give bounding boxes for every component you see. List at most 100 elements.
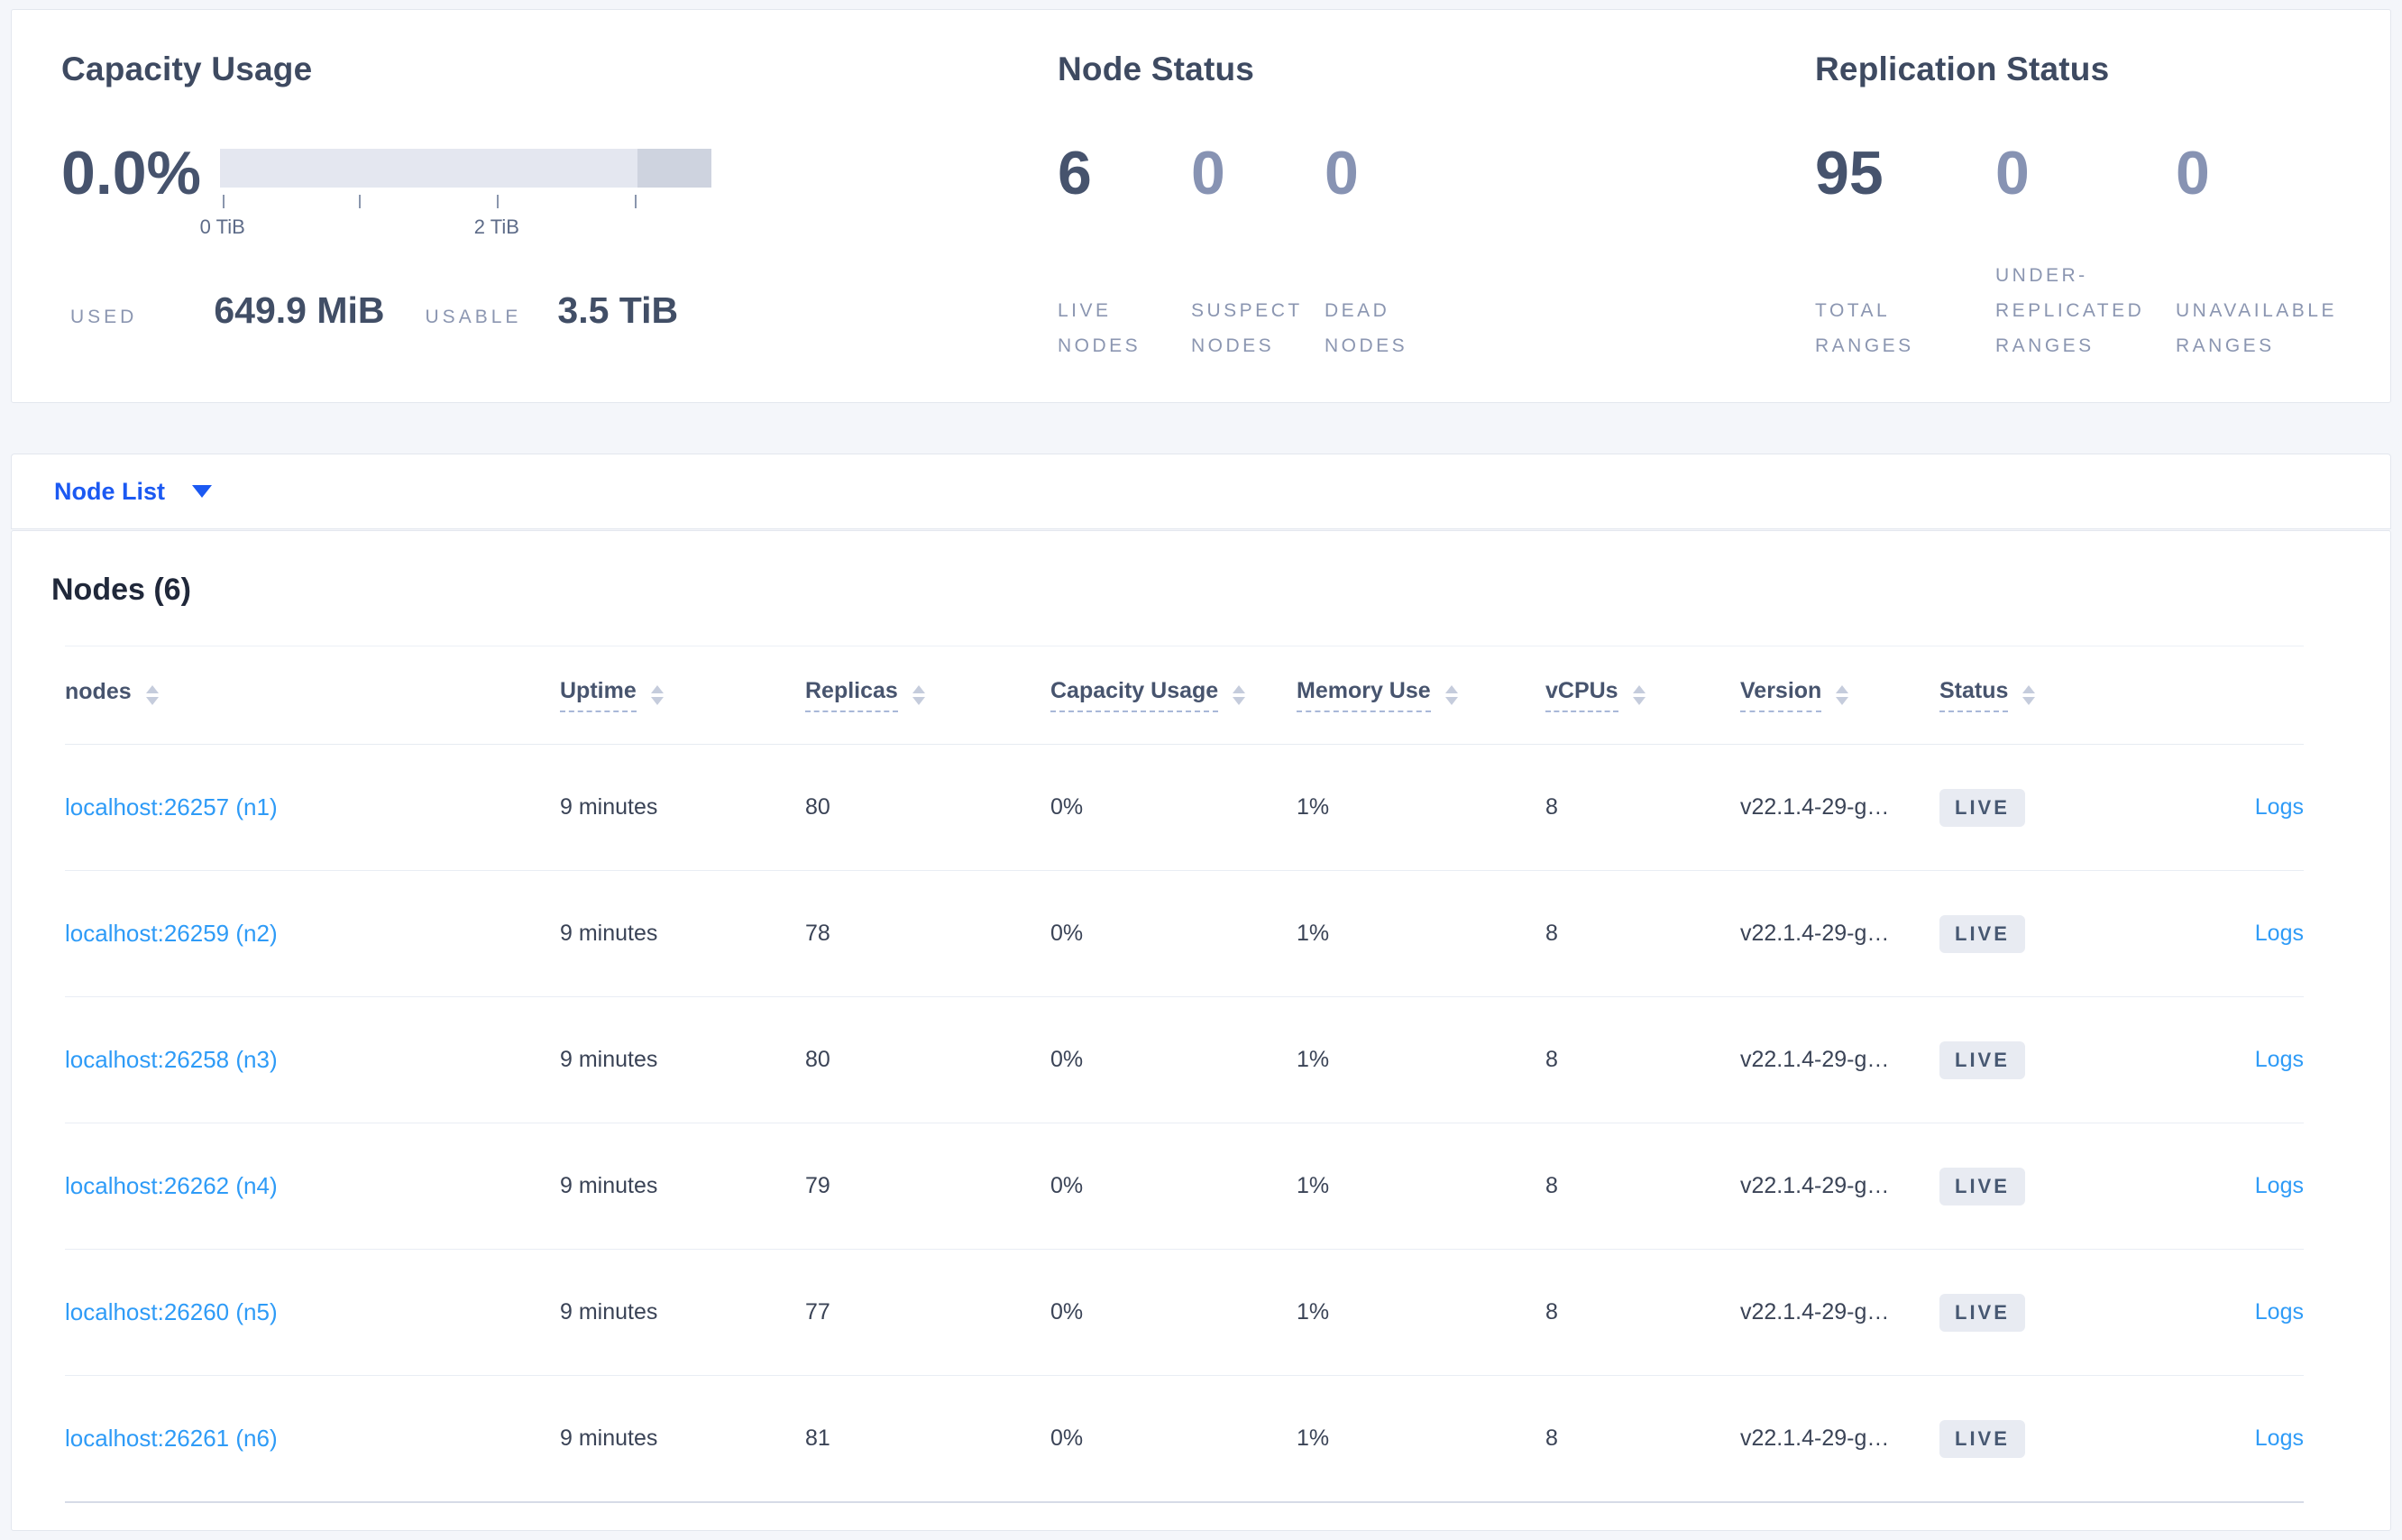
suspect-nodes-label: SUSPECT NODES: [1191, 299, 1303, 356]
nodes-table-title: Nodes (6): [51, 573, 191, 607]
memory-use-cell: 1%: [1297, 1425, 1330, 1451]
replicas-cell: 79: [805, 1173, 830, 1198]
vcpus-cell: 8: [1545, 1047, 1558, 1072]
live-nodes-label: LIVE NODES: [1058, 299, 1141, 356]
status-badge: LIVE: [1939, 1293, 2025, 1332]
node-address-link[interactable]: localhost:26259 (n2): [65, 920, 278, 947]
column-header-uptime[interactable]: Uptime: [560, 678, 805, 712]
replicas-cell: 80: [805, 794, 830, 820]
sort-icon: [1836, 685, 1849, 705]
axis-tick: [634, 195, 637, 209]
capacity-usage-cell: 0%: [1050, 1047, 1084, 1072]
version-cell: v22.1.4-29-g…: [1740, 1299, 1890, 1325]
capacity-usage-cell: 0%: [1050, 1299, 1084, 1325]
capacity-percent-value: 0.0%: [61, 139, 201, 208]
column-header-vcpus[interactable]: vCPUs: [1545, 678, 1740, 712]
column-header-status[interactable]: Status: [1939, 678, 2147, 712]
uptime-cell: 9 minutes: [560, 1047, 658, 1072]
logs-link[interactable]: Logs: [2255, 921, 2304, 946]
column-header-memory-use[interactable]: Memory Use: [1297, 678, 1545, 712]
column-header-version[interactable]: Version: [1740, 678, 1939, 712]
capacity-bar-segment-other: [637, 149, 711, 188]
node-address-link[interactable]: localhost:26260 (n5): [65, 1298, 278, 1325]
logs-link[interactable]: Logs: [2255, 1299, 2304, 1325]
vcpus-cell: 8: [1545, 1299, 1558, 1325]
node-address-link[interactable]: localhost:26261 (n6): [65, 1425, 278, 1452]
node-list-bar: Node List: [11, 454, 2391, 529]
axis-tick: [358, 195, 361, 209]
logs-link[interactable]: Logs: [2255, 794, 2304, 820]
table-row: localhost:26262 (n4) 9 minutes 79 0% 1% …: [65, 1123, 2304, 1250]
sort-icon: [1632, 685, 1646, 705]
suspect-nodes-value: 0: [1191, 139, 1225, 208]
memory-use-cell: 1%: [1297, 921, 1330, 946]
uptime-cell: 9 minutes: [560, 921, 658, 946]
cluster-summary-card: Capacity Usage 0.0% 0 TiB 2 TiB USED 649.…: [11, 9, 2391, 403]
vcpus-cell: 8: [1545, 921, 1558, 946]
usable-label: USABLE: [425, 307, 522, 328]
column-header-nodes[interactable]: nodes: [65, 679, 560, 711]
memory-use-cell: 1%: [1297, 1173, 1330, 1198]
version-cell: v22.1.4-29-g…: [1740, 1047, 1890, 1072]
memory-use-cell: 1%: [1297, 794, 1330, 820]
replicas-cell: 80: [805, 1047, 830, 1072]
nodes-table-header: nodes Uptime Replicas Capacity Usage Mem…: [65, 646, 2304, 745]
live-nodes-value: 6: [1058, 139, 1092, 208]
dead-nodes-stat: 0 DEAD NODES: [1325, 140, 1458, 363]
uptime-cell: 9 minutes: [560, 794, 658, 820]
total-ranges-label: TOTAL RANGES: [1815, 299, 1914, 356]
capacity-bar-segment-usable: [220, 149, 638, 188]
replication-status-title: Replication Status: [1815, 50, 2110, 87]
logs-link[interactable]: Logs: [2255, 1047, 2304, 1072]
under-replicated-ranges-value: 0: [1995, 139, 2030, 208]
node-status-section: Node Status 6 LIVE NODES 0 SUSPECT NODES…: [1058, 50, 1458, 363]
capacity-usage-cell: 0%: [1050, 1425, 1084, 1451]
sort-icon: [1444, 685, 1458, 705]
vcpus-cell: 8: [1545, 794, 1558, 820]
total-ranges-value: 95: [1815, 139, 1884, 208]
uptime-cell: 9 minutes: [560, 1173, 658, 1198]
status-badge: LIVE: [1939, 788, 2025, 827]
version-cell: v22.1.4-29-g…: [1740, 921, 1890, 946]
uptime-cell: 9 minutes: [560, 1425, 658, 1451]
node-list-dropdown[interactable]: Node List: [54, 477, 213, 506]
node-address-link[interactable]: localhost:26257 (n1): [65, 793, 278, 820]
sort-icon: [1233, 685, 1246, 705]
node-list-dropdown-label: Node List: [54, 477, 166, 505]
column-header-capacity-usage[interactable]: Capacity Usage: [1050, 678, 1297, 712]
table-row: localhost:26260 (n5) 9 minutes 77 0% 1% …: [65, 1250, 2304, 1376]
chevron-down-icon: [192, 485, 213, 498]
nodes-table-card: Nodes (6) nodes Uptime Replicas Capacity…: [11, 530, 2391, 1531]
axis-tick: [496, 195, 499, 209]
vcpus-cell: 8: [1545, 1425, 1558, 1451]
live-nodes-stat: 6 LIVE NODES: [1058, 140, 1191, 363]
status-badge: LIVE: [1939, 1419, 2025, 1458]
replicas-cell: 78: [805, 921, 830, 946]
version-cell: v22.1.4-29-g…: [1740, 1173, 1890, 1198]
node-address-link[interactable]: localhost:26262 (n4): [65, 1172, 278, 1199]
under-replicated-ranges-label: UNDER-REPLICATED RANGES: [1995, 264, 2145, 356]
dead-nodes-label: DEAD NODES: [1325, 299, 1408, 356]
column-header-replicas[interactable]: Replicas: [805, 678, 1050, 712]
version-cell: v22.1.4-29-g…: [1740, 1425, 1890, 1451]
table-row: localhost:26261 (n6) 9 minutes 81 0% 1% …: [65, 1376, 2304, 1503]
capacity-usage-cell: 0%: [1050, 1173, 1084, 1198]
status-badge: LIVE: [1939, 1040, 2025, 1079]
capacity-usage-title: Capacity Usage: [61, 50, 313, 87]
status-badge: LIVE: [1939, 914, 2025, 953]
sort-icon: [912, 685, 925, 705]
node-address-link[interactable]: localhost:26258 (n3): [65, 1046, 278, 1073]
nodes-table-body: localhost:26257 (n1) 9 minutes 80 0% 1% …: [65, 745, 2304, 1503]
capacity-usage-cell: 0%: [1050, 921, 1084, 946]
nodes-table: nodes Uptime Replicas Capacity Usage Mem…: [65, 646, 2304, 1503]
used-label: USED: [70, 307, 138, 328]
axis-tick-label: 2 TiB: [473, 215, 519, 239]
memory-use-cell: 1%: [1297, 1299, 1330, 1325]
unavailable-ranges-label: UNAVAILABLE RANGES: [2176, 299, 2337, 356]
logs-link[interactable]: Logs: [2255, 1173, 2304, 1198]
capacity-bar-chart: 0 TiB 2 TiB: [200, 149, 711, 248]
sort-icon: [2022, 685, 2036, 705]
logs-link[interactable]: Logs: [2255, 1425, 2304, 1451]
uptime-cell: 9 minutes: [560, 1299, 658, 1325]
capacity-usage-cell: 0%: [1050, 794, 1084, 820]
